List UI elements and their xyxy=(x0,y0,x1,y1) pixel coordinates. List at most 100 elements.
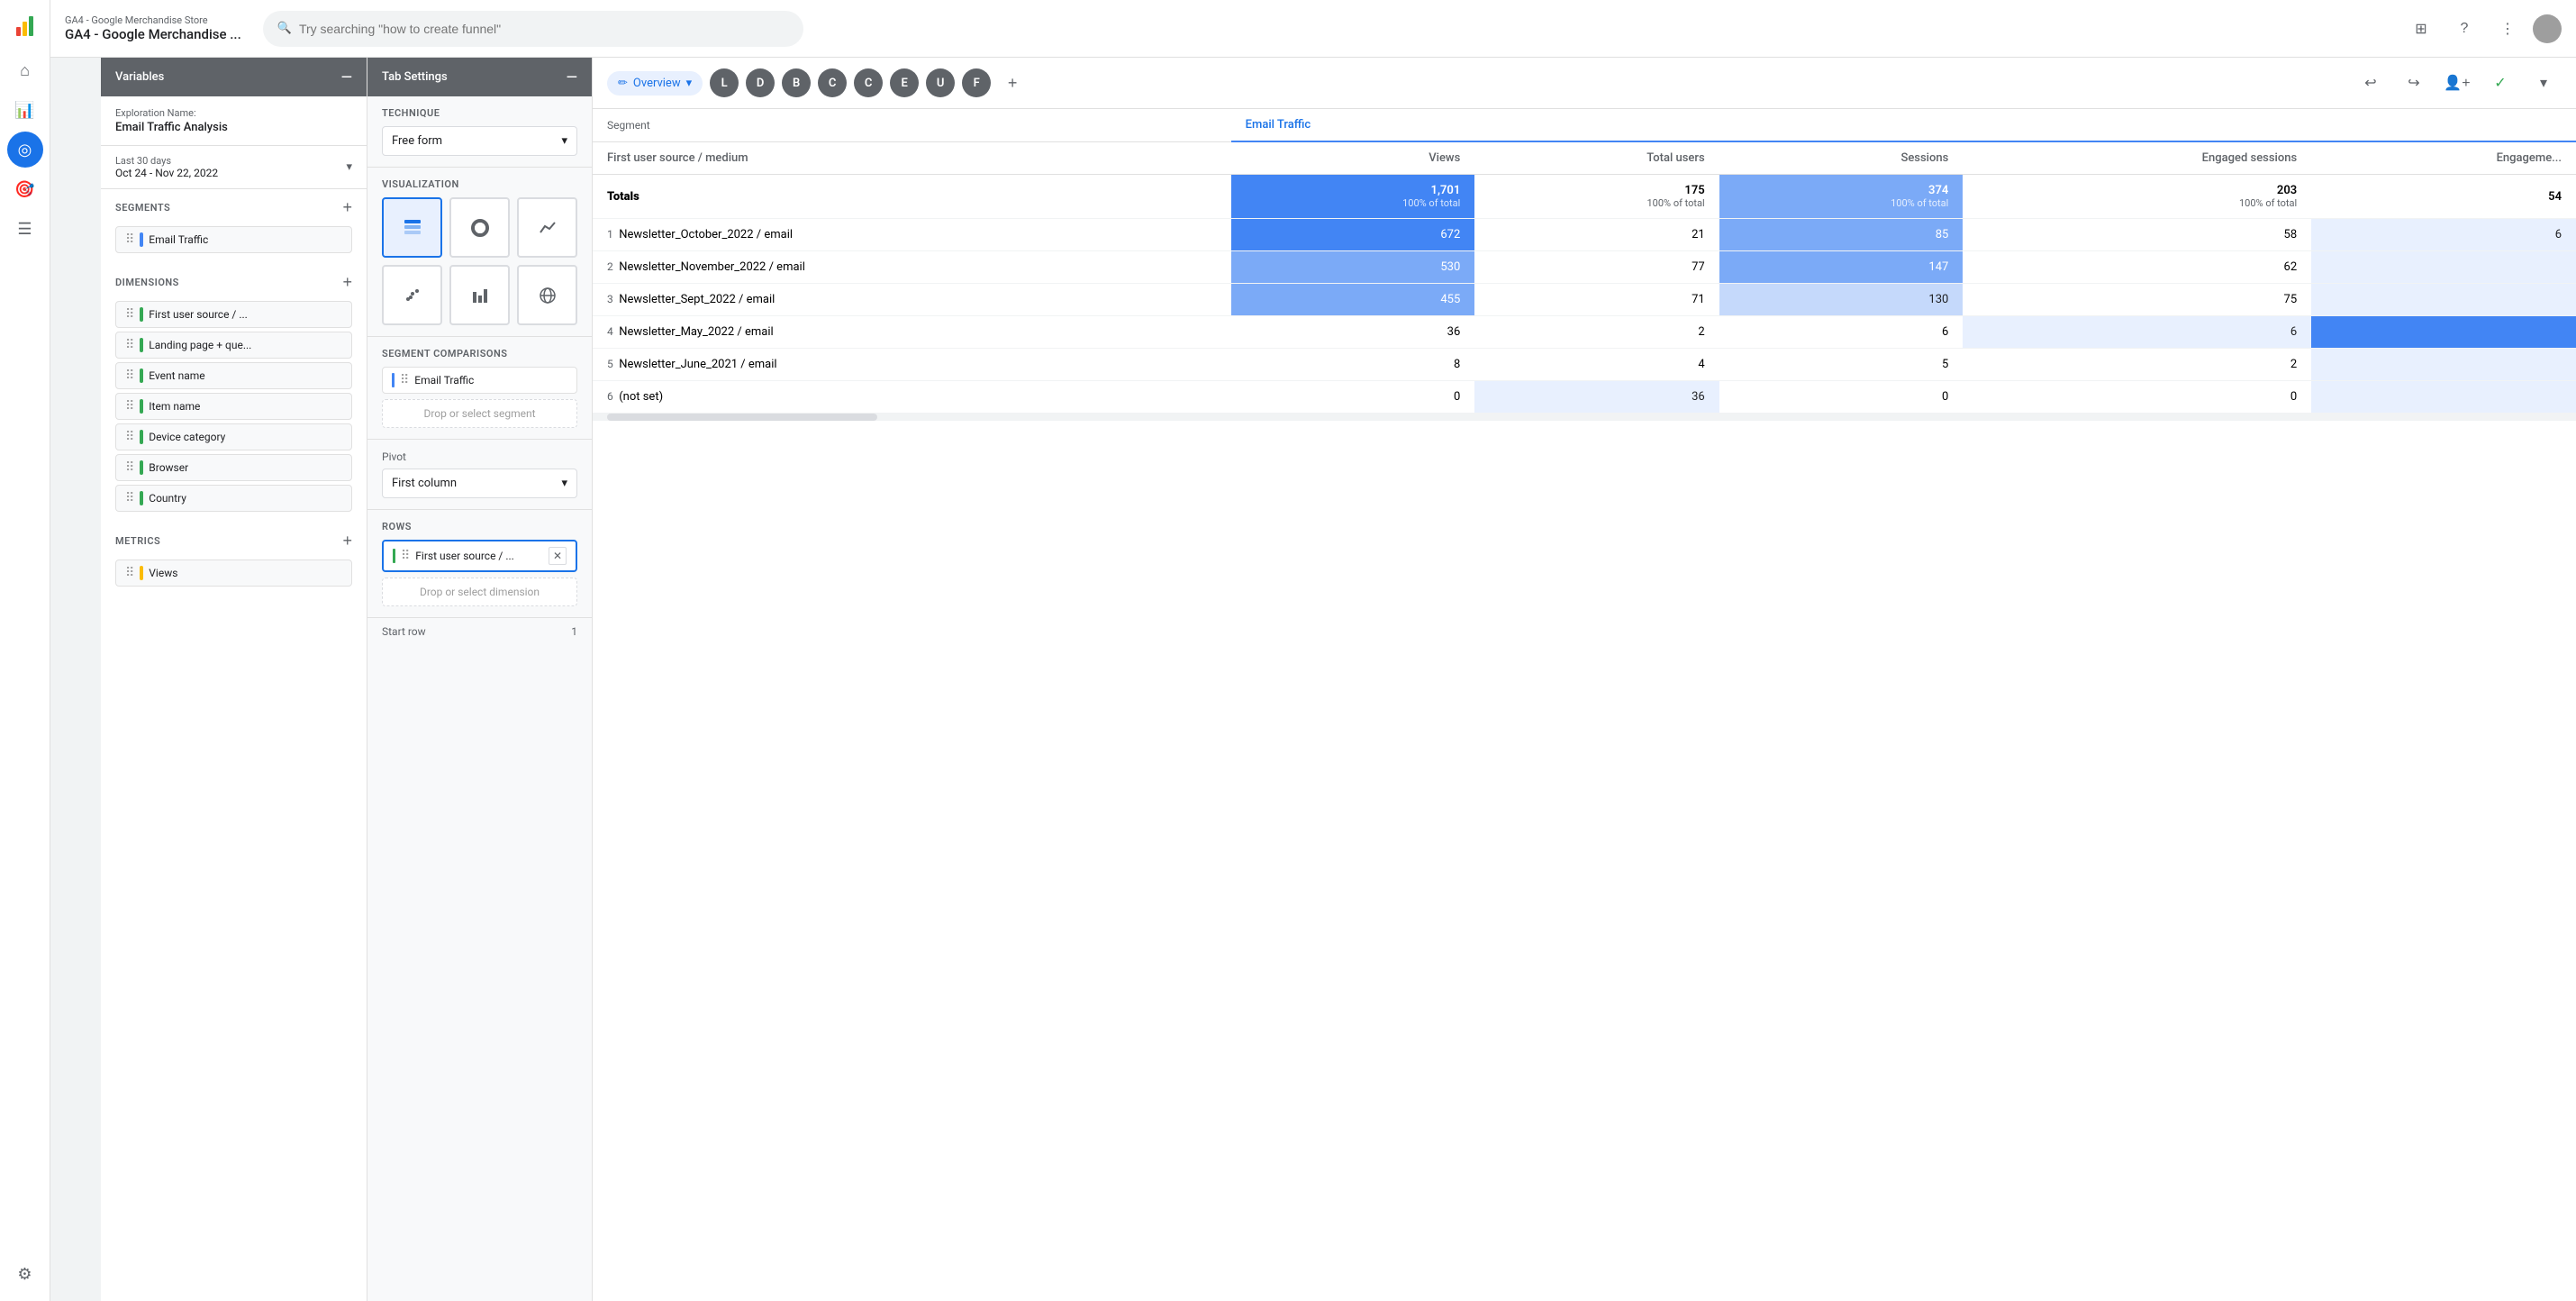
segment-border-bar xyxy=(392,373,395,387)
drag-handle-icon: ⠿ xyxy=(125,232,134,247)
add-user-button[interactable]: 👤+ xyxy=(2439,65,2475,101)
nav-explore-icon[interactable]: ◎ xyxy=(7,132,43,168)
row-total-users: 77 xyxy=(1474,251,1719,284)
globe-viz-button[interactable] xyxy=(517,265,577,325)
dimensions-section-header: DIMENSIONS + xyxy=(101,264,367,297)
add-dimension-button[interactable]: + xyxy=(342,273,352,292)
row-dimension: 4 Newsletter_May_2022 / email xyxy=(593,316,1231,349)
dimension-browser[interactable]: ⠿ Browser xyxy=(115,454,352,481)
row-views: 530 xyxy=(1231,251,1475,284)
user-circle-E[interactable]: E xyxy=(890,68,919,97)
variables-minimize-button[interactable]: — xyxy=(341,68,352,86)
add-segment-button[interactable]: + xyxy=(342,198,352,217)
technique-dropdown[interactable]: Free form ▾ xyxy=(382,126,577,156)
dimension-label: Country xyxy=(149,492,186,505)
drag-handle-icon: ⠿ xyxy=(400,373,409,387)
table-viz-button[interactable] xyxy=(382,197,442,258)
user-circle-U[interactable]: U xyxy=(926,68,955,97)
app-subtitle: GA4 - Google Merchandise Store xyxy=(65,14,241,26)
date-section[interactable]: Last 30 days Oct 24 - Nov 22, 2022 ▾ xyxy=(101,146,367,189)
dimension-col-header: First user source / medium xyxy=(593,141,1231,175)
segment-chip-email-traffic[interactable]: ⠿ Email Traffic xyxy=(115,226,352,253)
table-icon xyxy=(404,219,422,237)
variables-panel: Variables — Exploration Name: Email Traf… xyxy=(101,58,367,1301)
nav-chart-icon[interactable]: 📊 xyxy=(7,92,43,128)
user-circle-D[interactable]: D xyxy=(746,68,775,97)
nav-list-icon[interactable]: ☰ xyxy=(7,211,43,247)
donut-viz-button[interactable] xyxy=(449,197,510,258)
dimension-country[interactable]: ⠿ Country xyxy=(115,485,352,512)
dimensions-list: ⠿ First user source / ... ⠿ Landing page… xyxy=(101,297,367,523)
row-sessions: 147 xyxy=(1719,251,1964,284)
settings-dropdown-button[interactable]: ▾ xyxy=(2526,65,2562,101)
totals-sessions: 374 100% of total xyxy=(1719,175,1964,219)
total-users-col-header: Total users xyxy=(1474,141,1719,175)
pivot-dropdown[interactable]: First column ▾ xyxy=(382,469,577,498)
scrollbar-thumb[interactable] xyxy=(607,414,877,421)
dimension-landing-page[interactable]: ⠿ Landing page + que... xyxy=(115,332,352,359)
user-circle-F[interactable]: F xyxy=(962,68,991,97)
chevron-down-icon: ▾ xyxy=(561,134,567,148)
nav-target-icon[interactable]: 🎯 xyxy=(7,171,43,207)
avatar[interactable] xyxy=(2533,14,2562,43)
metric-views[interactable]: ⠿ Views xyxy=(115,560,352,587)
grid-view-icon[interactable]: ⊞ xyxy=(2403,11,2439,47)
row-engaged-sessions: 62 xyxy=(1963,251,2311,284)
redo-button[interactable]: ↪ xyxy=(2396,65,2432,101)
row-views: 8 xyxy=(1231,349,1475,381)
dimension-label: Item name xyxy=(149,400,200,413)
main-content: Variables — Exploration Name: Email Traf… xyxy=(101,58,2576,1301)
search-input[interactable] xyxy=(299,22,789,36)
views-col-header: Views xyxy=(1231,141,1475,175)
rows-section: ROWS ⠿ First user source / ... ✕ Drop or… xyxy=(367,510,592,618)
more-options-icon[interactable]: ⋮ xyxy=(2490,11,2526,47)
user-circle-B[interactable]: B xyxy=(782,68,811,97)
nav-settings-icon[interactable]: ⚙ xyxy=(7,1256,43,1292)
user-circle-L[interactable]: L xyxy=(710,68,739,97)
sessions-col-header: Sessions xyxy=(1719,141,1964,175)
segment-comparison-chip[interactable]: ⠿ Email Traffic xyxy=(382,367,577,394)
dimension-item-name[interactable]: ⠿ Item name xyxy=(115,393,352,420)
drag-handle-icon: ⠿ xyxy=(125,307,134,322)
scatter-viz-button[interactable] xyxy=(382,265,442,325)
settings-minimize-button[interactable]: — xyxy=(567,68,577,86)
start-row-section: Start row 1 xyxy=(367,618,592,645)
drop-segment-zone[interactable]: Drop or select segment xyxy=(382,399,577,428)
dimension-device-category[interactable]: ⠿ Device category xyxy=(115,423,352,450)
row-chip-first-user-source[interactable]: ⠿ First user source / ... ✕ xyxy=(382,540,577,572)
line-viz-button[interactable] xyxy=(517,197,577,258)
dimension-first-user-source[interactable]: ⠿ First user source / ... xyxy=(115,301,352,328)
nav-home-icon[interactable]: ⌂ xyxy=(7,52,43,88)
data-area: ✏ Overview ▾ L D B C C E U F + ↩ ↪ 👤+ ✓ … xyxy=(593,58,2576,1301)
table-row: 6 (not set) 0 36 0 0 xyxy=(593,381,2576,414)
publish-button[interactable]: ✓ xyxy=(2482,65,2518,101)
horizontal-scrollbar[interactable] xyxy=(593,414,2576,421)
user-circle-C1[interactable]: C xyxy=(818,68,847,97)
tab-overview[interactable]: ✏ Overview ▾ xyxy=(607,71,703,96)
dimension-event-name[interactable]: ⠿ Event name xyxy=(115,362,352,389)
row-dimension: 6 (not set) xyxy=(593,381,1231,414)
tab-bar: ✏ Overview ▾ L D B C C E U F + ↩ ↪ 👤+ ✓ … xyxy=(593,58,2576,109)
bar-viz-button[interactable] xyxy=(449,265,510,325)
add-tab-button[interactable]: + xyxy=(998,68,1027,97)
drop-dimension-zone[interactable]: Drop or select dimension xyxy=(382,578,577,606)
row-sessions: 0 xyxy=(1719,381,1964,414)
row-sessions: 5 xyxy=(1719,349,1964,381)
help-icon[interactable]: ? xyxy=(2446,11,2482,47)
user-circle-C2[interactable]: C xyxy=(854,68,883,97)
search-bar[interactable]: 🔍 xyxy=(263,11,803,47)
dimension-color-bar xyxy=(140,430,143,444)
row-engagement: 6 xyxy=(2311,219,2576,251)
chevron-down-icon: ▾ xyxy=(346,160,352,174)
donut-icon xyxy=(471,219,489,237)
add-metric-button[interactable]: + xyxy=(342,532,352,550)
row-dimension: 3 Newsletter_Sept_2022 / email xyxy=(593,284,1231,316)
dimension-label: Event name xyxy=(149,369,204,382)
metrics-title: METRICS xyxy=(115,535,160,547)
metrics-list: ⠿ Views xyxy=(101,556,367,597)
dimensions-title: DIMENSIONS xyxy=(115,277,179,288)
analytics-logo[interactable] xyxy=(7,7,43,43)
line-chart-icon xyxy=(539,219,557,237)
undo-button[interactable]: ↩ xyxy=(2353,65,2389,101)
remove-row-button[interactable]: ✕ xyxy=(549,547,567,565)
